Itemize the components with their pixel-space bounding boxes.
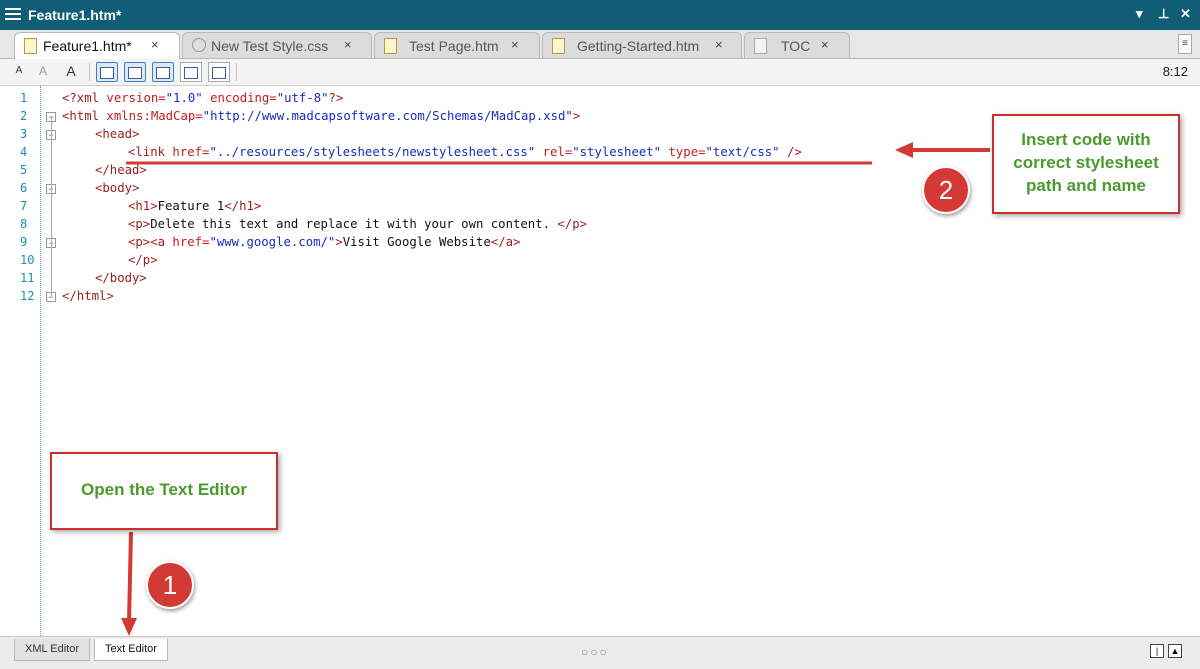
tab-test-page-htm[interactable]: Test Page.htm × [374, 32, 540, 58]
decrease-font-icon[interactable]: A [34, 62, 52, 80]
close-tab-icon[interactable]: × [151, 37, 159, 52]
htm-file-icon [384, 38, 397, 54]
collapse-up-icon[interactable]: ▲ [1168, 644, 1182, 658]
close-window-icon[interactable]: ✕ [1180, 6, 1191, 22]
toolbar-divider [236, 63, 237, 81]
tab-getting-started-htm[interactable]: Getting-Started.htm × [542, 32, 742, 58]
tab-label: Getting-Started.htm [577, 38, 700, 54]
annotation-arrow-1 [127, 531, 133, 623]
tab-label: New Test Style.css [211, 38, 329, 54]
split-view-icon[interactable]: | [1150, 644, 1164, 658]
document-title-bar: Feature1.htm* ▾ ⊥ ✕ [0, 0, 1200, 30]
text-editor-area[interactable]: 12−3−456−789−101112− <?xml version="1.0"… [0, 86, 1200, 636]
tab-feature1-htm[interactable]: Feature1.htm* × [14, 32, 180, 59]
editor-toolbar: A A A 8:12 [0, 59, 1200, 86]
htm-file-icon [24, 38, 37, 54]
editor-mode-bar: XML Editor Text Editor ○○○ | ▲ [0, 636, 1200, 669]
annotation-arrowhead-1 [121, 618, 137, 636]
close-tab-icon[interactable]: × [715, 37, 723, 52]
step-2-badge: 2 [922, 166, 970, 214]
pin-icon[interactable]: ⊥ [1158, 6, 1169, 22]
menu-icon[interactable] [5, 8, 21, 22]
document-tab-strip: Feature1.htm* × New Test Style.css × Tes… [0, 30, 1200, 59]
insert-code-callout: Insert code with correct stylesheet path… [992, 114, 1180, 214]
tab-label: Test Page.htm [409, 38, 499, 54]
toc-file-icon [754, 38, 767, 54]
format-text-icon[interactable] [208, 62, 230, 82]
annotation-arrowhead-2 [895, 142, 913, 158]
tab-new-test-style-css[interactable]: New Test Style.css × [182, 32, 372, 58]
document-title: Feature1.htm* [28, 7, 122, 23]
word-wrap-icon[interactable] [180, 62, 202, 82]
tab-label: Feature1.htm* [43, 38, 132, 54]
line-numbers-icon[interactable] [96, 62, 118, 82]
tab-toc[interactable]: TOC × [744, 32, 850, 58]
cursor-position: 8:12 [1162, 64, 1188, 79]
tab-xml-editor[interactable]: XML Editor [14, 639, 91, 661]
close-tab-icon[interactable]: × [821, 37, 829, 52]
increase-font-icon[interactable]: A [60, 62, 82, 80]
step-1-badge: 1 [146, 561, 194, 609]
splitter-handle[interactable]: ○○○ [581, 645, 609, 659]
tab-label: TOC [781, 38, 811, 54]
open-text-editor-callout: Open the Text Editor [50, 452, 278, 530]
tab-text-editor[interactable]: Text Editor [94, 639, 168, 661]
tab-list-menu-icon[interactable]: ≡ [1178, 34, 1192, 54]
css-file-icon [192, 38, 206, 52]
outline-icon[interactable] [152, 62, 174, 82]
font-size-small-icon[interactable]: A [10, 62, 28, 80]
htm-file-icon [552, 38, 565, 54]
close-tab-icon[interactable]: × [344, 37, 352, 52]
dropdown-arrow-icon[interactable]: ▾ [1136, 6, 1143, 22]
close-tab-icon[interactable]: × [511, 37, 519, 52]
toolbar-divider [89, 63, 90, 81]
tag-view-icon[interactable] [124, 62, 146, 82]
